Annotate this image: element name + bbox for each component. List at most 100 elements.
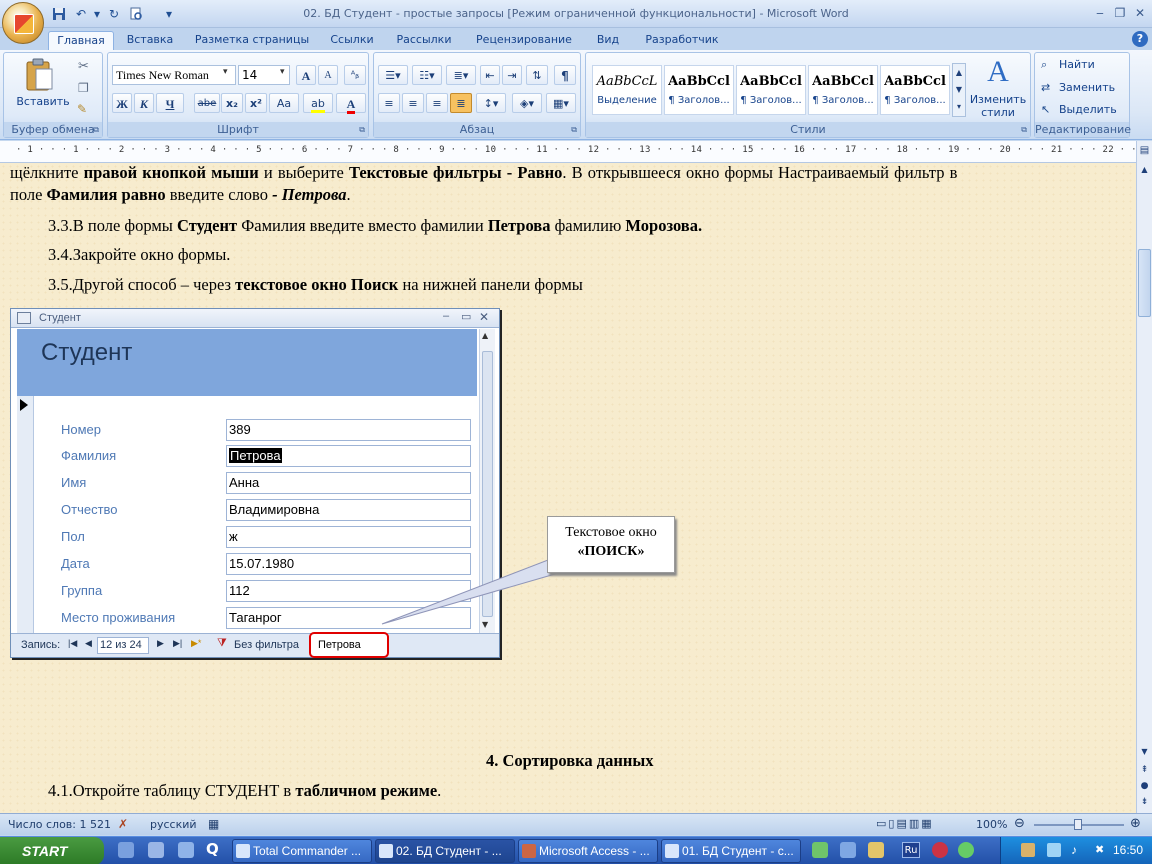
browse-object-icon[interactable]: ●: [1138, 781, 1151, 795]
taskbar-item-access[interactable]: Microsoft Access - ...: [518, 839, 658, 863]
zoom-slider-thumb[interactable]: [1074, 819, 1082, 830]
scroll-up-icon[interactable]: ▲: [1138, 165, 1151, 179]
format-painter-icon[interactable]: ✎: [77, 102, 87, 116]
tab-review[interactable]: Рецензирование: [468, 31, 580, 50]
app-icon[interactable]: [868, 842, 884, 858]
power-icon[interactable]: ✖: [1095, 843, 1109, 857]
scroll-thumb[interactable]: [1138, 249, 1151, 317]
style-heading[interactable]: AaBbCcl ¶ Заголов...: [664, 65, 734, 115]
justify-icon[interactable]: ≣: [450, 93, 472, 113]
align-center-icon[interactable]: ≡: [402, 93, 424, 113]
dialog-launcher-icon[interactable]: ⧉: [571, 125, 577, 135]
word-count[interactable]: Число слов: 1 521: [8, 818, 111, 831]
tab-developer[interactable]: Разработчик: [636, 31, 728, 50]
multilevel-list-icon[interactable]: ≣▾: [446, 65, 476, 85]
find-button[interactable]: Найти: [1059, 58, 1095, 71]
quicklaunch-icon[interactable]: [178, 842, 194, 858]
change-styles-icon[interactable]: A: [978, 55, 1018, 89]
chevron-down-icon[interactable]: ▾: [223, 67, 228, 77]
tray-icon[interactable]: [958, 842, 974, 858]
search-icon[interactable]: Q: [206, 840, 224, 862]
style-heading[interactable]: AaBbCcl ¶ Заголов...: [880, 65, 950, 115]
language-indicator[interactable]: русский: [150, 818, 197, 831]
quicklaunch-icon[interactable]: [118, 842, 134, 858]
tab-page-layout[interactable]: Разметка страницы: [190, 31, 314, 50]
select-button[interactable]: Выделить: [1059, 103, 1117, 116]
paste-button[interactable]: Вставить: [8, 95, 78, 108]
view-buttons-icon[interactable]: ▭▯▤▥▦: [876, 817, 934, 830]
tab-insert[interactable]: Вставка: [120, 31, 180, 50]
clock[interactable]: 16:50: [1113, 843, 1143, 857]
bold-button[interactable]: Ж: [112, 93, 132, 113]
tab-view[interactable]: Вид: [590, 31, 626, 50]
replace-icon[interactable]: ⇄: [1041, 81, 1050, 94]
mail-icon[interactable]: [1021, 843, 1035, 857]
sort-icon[interactable]: ⇅: [526, 65, 548, 85]
minimize-icon[interactable]: ‒: [1090, 4, 1110, 22]
find-icon[interactable]: ⌕: [1041, 58, 1047, 72]
cut-icon[interactable]: ✂: [78, 59, 89, 74]
scroll-down-icon[interactable]: ▼: [1138, 747, 1151, 761]
volume-icon[interactable]: ♪: [1071, 843, 1085, 857]
copy-icon[interactable]: ❐: [78, 81, 89, 95]
office-button[interactable]: [2, 2, 44, 44]
select-icon[interactable]: ↖: [1041, 103, 1050, 116]
styles-scroll[interactable]: ▲ ▼ ▾: [952, 63, 966, 117]
zoom-in-icon[interactable]: ⊕: [1130, 816, 1141, 831]
taskbar-item-word-doc-02[interactable]: 02. БД Студент - ...: [375, 839, 515, 863]
macro-icon[interactable]: ▦: [208, 817, 219, 831]
horizontal-ruler[interactable]: · 1 · · · 1 · · · 2 · · · 3 · · · 4 · · …: [0, 141, 1152, 163]
ruler-toggle-icon[interactable]: ▤: [1138, 145, 1151, 159]
highlight-icon[interactable]: ab: [303, 93, 333, 113]
superscript-button[interactable]: x²: [245, 93, 267, 113]
line-spacing-icon[interactable]: ↕▾: [476, 93, 506, 113]
dialog-launcher-icon[interactable]: ⧉: [1021, 125, 1027, 135]
numbering-icon[interactable]: ☷▾: [412, 65, 442, 85]
grow-font-button[interactable]: A: [296, 65, 316, 85]
align-left-icon[interactable]: ≡: [378, 93, 400, 113]
tray-icon[interactable]: [932, 842, 948, 858]
underline-button[interactable]: Ч: [156, 93, 184, 113]
zoom-out-icon[interactable]: ⊖: [1014, 816, 1025, 831]
help-icon[interactable]: ?: [1132, 31, 1148, 47]
change-case-button[interactable]: Aa: [269, 93, 299, 113]
borders-icon[interactable]: ▦▾: [546, 93, 576, 113]
bullets-icon[interactable]: ☰▾: [378, 65, 408, 85]
subscript-button[interactable]: x₂: [221, 93, 243, 113]
dialog-launcher-icon[interactable]: ⧉: [93, 125, 99, 135]
close-icon[interactable]: ✕: [1130, 4, 1150, 22]
taskbar-item-word-doc-01[interactable]: 01. БД Студент - с...: [661, 839, 801, 863]
zoom-level[interactable]: 100%: [976, 818, 1007, 831]
tab-references[interactable]: Ссылки: [324, 31, 380, 50]
app-icon[interactable]: [812, 842, 828, 858]
style-emphasis[interactable]: AaBbCcL Выделение: [592, 65, 662, 115]
increase-indent-icon[interactable]: ⇥: [502, 65, 522, 85]
decrease-indent-icon[interactable]: ⇤: [480, 65, 500, 85]
quicklaunch-icon[interactable]: [148, 842, 164, 858]
prev-page-icon[interactable]: ⇞: [1138, 765, 1151, 779]
start-button[interactable]: START: [0, 837, 104, 864]
clear-format-icon[interactable]: ᴬᵦ: [344, 65, 366, 85]
align-right-icon[interactable]: ≡: [426, 93, 448, 113]
tab-mailings[interactable]: Рассылки: [390, 31, 458, 50]
shading-icon[interactable]: ◈▾: [512, 93, 542, 113]
chevron-down-icon[interactable]: ▾: [280, 67, 285, 77]
font-color-icon[interactable]: A: [336, 93, 366, 114]
style-heading[interactable]: AaBbCcl ¶ Заголов...: [736, 65, 806, 115]
font-name-select[interactable]: Times New Roman: [112, 65, 236, 85]
language-indicator[interactable]: Ru: [902, 842, 920, 858]
shrink-font-button[interactable]: A: [318, 65, 338, 85]
italic-button[interactable]: К: [134, 93, 154, 113]
replace-button[interactable]: Заменить: [1059, 81, 1115, 94]
vertical-scrollbar[interactable]: ▤ ▲ ▼ ⇞ ● ⇟: [1136, 141, 1152, 813]
maximize-icon[interactable]: ❐: [1110, 4, 1130, 22]
change-styles-button[interactable]: Изменить стили: [966, 93, 1030, 119]
tab-home[interactable]: Главная: [48, 31, 114, 50]
dialog-launcher-icon[interactable]: ⧉: [359, 125, 365, 135]
next-page-icon[interactable]: ⇟: [1138, 797, 1151, 811]
style-heading[interactable]: AaBbCcl ¶ Заголов...: [808, 65, 878, 115]
strikethrough-button[interactable]: abe: [194, 93, 220, 113]
show-marks-button[interactable]: ¶: [554, 65, 576, 85]
network-icon[interactable]: [1047, 843, 1061, 857]
proofing-icon[interactable]: ✗: [118, 817, 128, 831]
